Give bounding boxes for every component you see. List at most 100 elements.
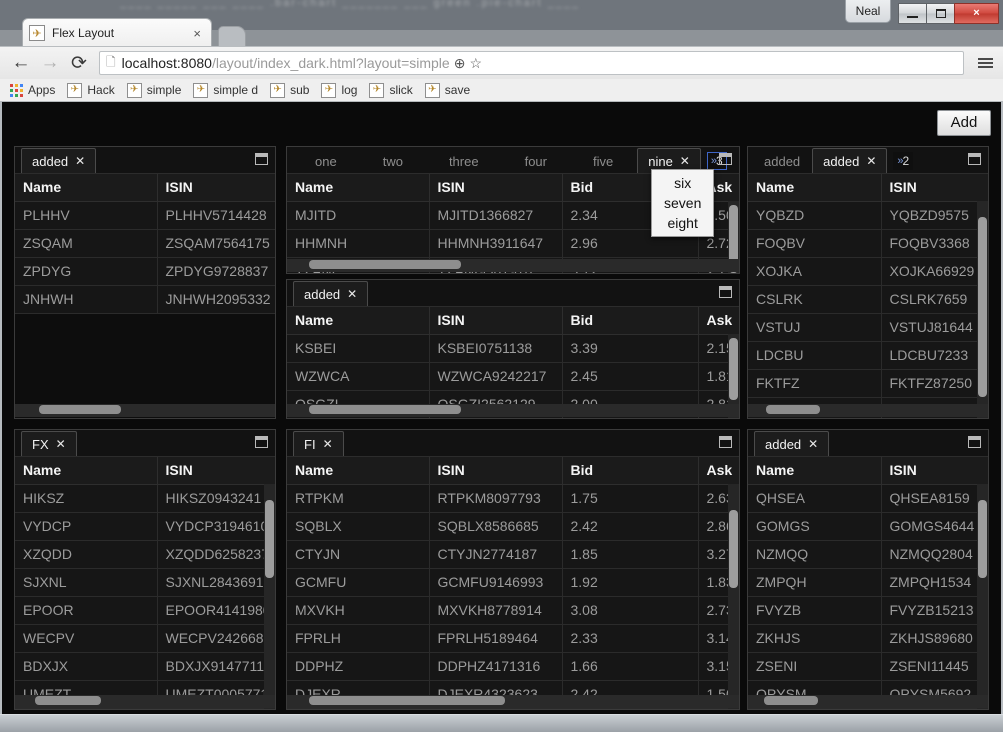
table-row[interactable]: ZMPQH ZMPQH1534 (748, 568, 988, 597)
table-row[interactable]: GOMGS GOMGS4644 (748, 512, 988, 541)
table-row[interactable]: VYDCP VYDCP3194610 (15, 512, 275, 541)
vertical-scrollbar[interactable] (729, 510, 738, 588)
horizontal-scrollbar[interactable] (764, 696, 818, 705)
horizontal-scrollbar[interactable] (309, 696, 505, 705)
tab-added[interactable]: added ✕ (754, 431, 830, 456)
col-isin[interactable]: ISIN (881, 457, 988, 485)
horizontal-scrollbar[interactable] (35, 696, 101, 705)
vertical-scroll-track[interactable] (977, 201, 988, 418)
new-tab-button[interactable] (218, 26, 246, 47)
col-isin[interactable]: ISIN (429, 174, 563, 202)
horizontal-scroll-track[interactable] (748, 695, 988, 708)
maximize-icon[interactable] (968, 436, 981, 448)
zoom-icon[interactable]: ⊕ (454, 55, 466, 72)
overflow-menu-item-eight[interactable]: eight (652, 213, 713, 233)
maximize-icon[interactable] (968, 153, 981, 165)
horizontal-scroll-track[interactable] (287, 695, 739, 708)
table-row[interactable]: ZPDYG ZPDYG9728837 (15, 257, 275, 286)
table-row[interactable]: YQBZD YQBZD9575 (748, 201, 988, 230)
col-ask[interactable]: Ask (698, 457, 739, 485)
tab-added[interactable]: added ✕ (21, 148, 97, 173)
maximize-icon[interactable] (719, 153, 732, 165)
horizontal-scrollbar[interactable] (309, 260, 461, 269)
tab-two[interactable]: two (361, 149, 425, 173)
tab-one[interactable]: one (293, 149, 359, 173)
table-row[interactable]: GCMFU GCMFU9146993 1.92 1.83 (287, 568, 739, 597)
table-row[interactable]: JNHWH JNHWH2095332 (15, 285, 275, 314)
horizontal-scroll-track[interactable] (748, 404, 988, 417)
horizontal-scroll-track[interactable] (287, 404, 739, 417)
overflow-menu-item-seven[interactable]: seven (652, 193, 713, 213)
col-bid[interactable]: Bid (562, 457, 699, 485)
col-isin[interactable]: ISIN (429, 307, 563, 335)
table-row[interactable]: CSLRK CSLRK7659 (748, 285, 988, 314)
col-name[interactable]: Name (15, 174, 158, 202)
table-row[interactable]: BDXJX BDXJX9147711 (15, 652, 275, 681)
horizontal-scrollbar[interactable] (766, 405, 820, 414)
bookmark-save[interactable]: ✈ save (424, 82, 470, 98)
vertical-scroll-track[interactable] (728, 484, 739, 709)
tab-fx[interactable]: FX ✕ (21, 431, 77, 456)
table-row[interactable]: MXVKH MXVKH8778914 3.08 2.73 (287, 596, 739, 625)
table-row[interactable]: RTPKM RTPKM8097793 1.75 2.63 (287, 484, 739, 513)
col-name[interactable]: Name (748, 457, 882, 485)
vertical-scroll-track[interactable] (264, 484, 275, 709)
horizontal-scroll-track[interactable] (15, 695, 275, 708)
overflow-menu-item-six[interactable]: six (652, 173, 713, 193)
table-row[interactable]: ZSQAM ZSQAM7564175 (15, 229, 275, 258)
browser-menu-icon[interactable] (978, 58, 993, 68)
table-row[interactable]: ZSENI ZSENI11445 (748, 652, 988, 681)
close-icon[interactable]: × (189, 26, 205, 41)
table-row[interactable]: FPRLH FPRLH5189464 2.33 3.14 (287, 624, 739, 653)
table-row[interactable]: DDPHZ DDPHZ4171316 1.66 3.15 (287, 652, 739, 681)
col-name[interactable]: Name (15, 457, 158, 485)
maximize-icon[interactable] (719, 286, 732, 298)
horizontal-scroll-track[interactable] (287, 259, 739, 272)
table-row[interactable]: FKTFZ FKTFZ87250 (748, 369, 988, 398)
bookmark-sub[interactable]: ✈ sub (270, 82, 309, 98)
table-row[interactable]: VSTUJ VSTUJ81644 (748, 313, 988, 342)
browser-tab[interactable]: ✈ Flex Layout × (22, 18, 212, 47)
maximize-icon[interactable] (255, 153, 268, 165)
vertical-scrollbar[interactable] (265, 500, 274, 578)
table-row[interactable]: ZKHJS ZKHJS89680 (748, 624, 988, 653)
forward-icon[interactable]: → (37, 50, 63, 76)
close-icon[interactable]: ✕ (56, 438, 66, 450)
bookmark-hack[interactable]: ✈ Hack (67, 82, 115, 98)
col-name[interactable]: Name (287, 307, 430, 335)
table-row[interactable]: XZQDD XZQDD6258237 (15, 540, 275, 569)
close-icon[interactable]: ✕ (347, 288, 357, 300)
tab-five[interactable]: five (571, 149, 635, 173)
vertical-scrollbar[interactable] (978, 217, 987, 397)
maximize-icon[interactable] (719, 436, 732, 448)
tab-added-2[interactable]: added ✕ (812, 148, 888, 173)
close-icon[interactable]: ✕ (680, 155, 690, 167)
tab-fi[interactable]: FI ✕ (293, 431, 344, 456)
bookmark-simple[interactable]: ✈ simple (126, 82, 181, 98)
col-isin[interactable]: ISIN (157, 457, 275, 485)
table-row[interactable]: CTYJN CTYJN2774187 1.85 3.27 (287, 540, 739, 569)
bookmark-apps[interactable]: Apps (10, 83, 55, 97)
tab-four[interactable]: four (503, 149, 569, 173)
vertical-scroll-track[interactable] (977, 484, 988, 709)
table-row[interactable]: LDCBU LDCBU7233 (748, 341, 988, 370)
horizontal-scroll-track[interactable] (15, 404, 275, 417)
bookmark-slick[interactable]: ✈ slick (369, 82, 413, 98)
close-icon[interactable]: ✕ (866, 155, 876, 167)
table-row[interactable]: NZMQQ NZMQQ2804 (748, 540, 988, 569)
table-row[interactable]: SQBLX SQBLX8586685 2.42 2.86 (287, 512, 739, 541)
tab-overflow-menu[interactable]: six seven eight (651, 169, 715, 237)
horizontal-scrollbar[interactable] (39, 405, 121, 414)
tab-added[interactable]: added ✕ (293, 281, 369, 306)
reload-icon[interactable]: ⟳ (66, 50, 92, 76)
vertical-scrollbar[interactable] (729, 338, 738, 400)
table-row[interactable]: KSBEI KSBEI0751138 3.39 2.15 (287, 334, 739, 363)
table-row[interactable]: XOJKA XOJKA66929 (748, 257, 988, 286)
close-icon[interactable]: ✕ (808, 438, 818, 450)
bookmark-log[interactable]: ✈ log (321, 82, 357, 98)
bookmark-simple-d[interactable]: ✈ simple d (193, 82, 258, 98)
table-row[interactable]: FVYZB FVYZB15213 (748, 596, 988, 625)
col-name[interactable]: Name (748, 174, 882, 202)
table-row[interactable]: HIKSZ HIKSZ0943241 (15, 484, 275, 513)
col-isin[interactable]: ISIN (429, 457, 563, 485)
